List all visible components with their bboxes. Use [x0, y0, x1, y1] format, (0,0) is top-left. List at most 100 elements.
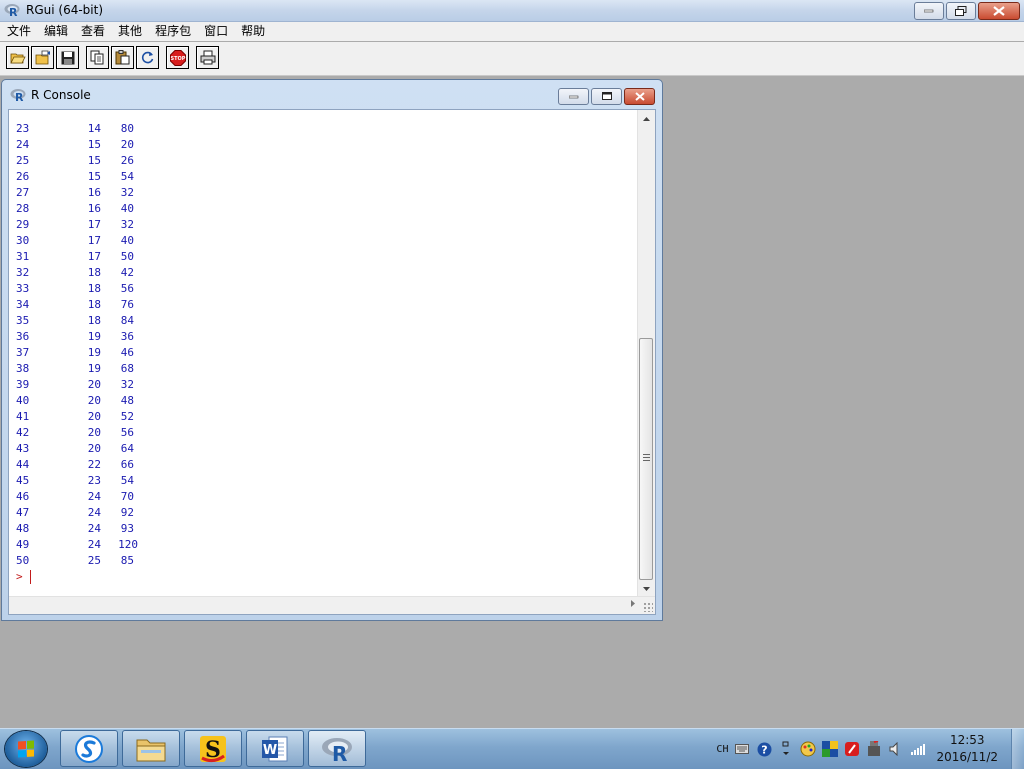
console-prompt-line[interactable]: >	[16, 569, 636, 585]
console-row: 42 20 56	[16, 425, 636, 441]
open-script-button[interactable]	[6, 46, 29, 69]
minimize-icon	[568, 95, 578, 98]
console-cell: 36	[16, 330, 30, 343]
menu-edit[interactable]: 编辑	[37, 22, 74, 41]
console-cell: 26	[16, 170, 30, 183]
menu-view[interactable]: 查看	[74, 22, 111, 41]
console-cell: 32	[120, 186, 134, 199]
scroll-down-button[interactable]	[638, 580, 655, 597]
console-row: 23 14 80	[16, 121, 636, 137]
rgui-task[interactable]: R	[308, 730, 366, 767]
console-row: 50 25 85	[16, 553, 636, 569]
r-logo-icon: R	[4, 3, 20, 19]
console-restore-button[interactable]	[591, 88, 622, 105]
console-cell: 15	[87, 138, 101, 151]
console-cell: 20	[87, 426, 101, 439]
start-button[interactable]	[5, 731, 47, 767]
console-row: 49 24 120	[16, 537, 636, 553]
copy-button[interactable]	[86, 46, 109, 69]
console-cell: 56	[120, 282, 134, 295]
restore-icon	[955, 6, 967, 16]
menu-misc[interactable]: 其他	[111, 22, 148, 41]
security-app-icon[interactable]	[844, 741, 860, 757]
help-icon[interactable]: ?	[756, 741, 772, 757]
minimize-button[interactable]	[914, 2, 944, 20]
console-cell: 14	[87, 122, 101, 135]
keyboard-icon[interactable]	[734, 741, 750, 757]
console-cell: 17	[87, 218, 101, 231]
sogou-browser-task[interactable]	[60, 730, 118, 767]
console-cell: 54	[120, 170, 134, 183]
menu-file[interactable]: 文件	[0, 22, 37, 41]
stop-icon: STOP	[169, 49, 186, 66]
menu-windows[interactable]: 窗口	[197, 22, 234, 41]
close-button[interactable]	[978, 2, 1020, 20]
file-explorer-task[interactable]	[122, 730, 180, 767]
console-row: 27 16 32	[16, 185, 636, 201]
horizontal-scrollbar[interactable]	[9, 596, 655, 614]
paste-button[interactable]	[111, 46, 134, 69]
sogou-s-icon: S	[200, 735, 226, 763]
console-titlebar[interactable]: R R Console	[2, 80, 662, 108]
clock[interactable]: 12:53 2016/11/2	[936, 732, 998, 766]
volume-icon[interactable]	[888, 741, 904, 757]
ime-options-icon[interactable]	[778, 741, 794, 757]
console-row: 33 18 56	[16, 281, 636, 297]
console-cell: 25	[16, 154, 30, 167]
language-indicator[interactable]: CH	[716, 744, 728, 755]
print-button[interactable]	[196, 46, 219, 69]
resize-grip[interactable]	[643, 602, 653, 612]
console-cell: 40	[16, 394, 30, 407]
console-cell: 70	[120, 490, 134, 503]
console-cell: 24	[87, 506, 101, 519]
copy-paste-button[interactable]	[136, 46, 159, 69]
menu-help[interactable]: 帮助	[234, 22, 271, 41]
arrow-right-icon	[631, 600, 635, 607]
console-cell: 18	[87, 266, 101, 279]
taskbar: S W R CH ? 12:53 2016/11/2	[0, 728, 1024, 769]
console-row: 37 19 46	[16, 345, 636, 361]
show-desktop-button[interactable]	[1011, 729, 1024, 769]
console-output-area[interactable]: 23 14 80 24 15 20 25 15 26 26 15 54 27 16 32 28 16 40 29 17…	[8, 109, 656, 615]
console-row: 44 22 66	[16, 457, 636, 473]
console-cell: 20	[120, 138, 134, 151]
console-cell: 27	[16, 186, 30, 199]
console-cell: 56	[120, 426, 134, 439]
scroll-up-button[interactable]	[638, 110, 655, 127]
load-workspace-button[interactable]	[31, 46, 54, 69]
console-minimize-button[interactable]	[558, 88, 589, 105]
console-row: 25 15 26	[16, 153, 636, 169]
vertical-scrollbar[interactable]	[637, 110, 655, 597]
console-cell: 23	[16, 122, 30, 135]
sogou-input-task[interactable]: S	[184, 730, 242, 767]
palette-icon[interactable]	[800, 741, 816, 757]
console-cell: 29	[16, 218, 30, 231]
word-task[interactable]: W	[246, 730, 304, 767]
menu-packages[interactable]: 程序包	[148, 22, 197, 41]
console-cell: 92	[120, 506, 134, 519]
app-titlebar: R RGui (64-bit)	[0, 0, 1024, 22]
console-row: 43 20 64	[16, 441, 636, 457]
console-cell: 36	[120, 330, 134, 343]
console-row: 48 24 93	[16, 521, 636, 537]
console-cell: 19	[87, 362, 101, 375]
console-row: 45 23 54	[16, 473, 636, 489]
console-cell: 66	[120, 458, 134, 471]
console-cell: 34	[16, 298, 30, 311]
scroll-right-button[interactable]	[631, 600, 635, 609]
console-close-button[interactable]	[624, 88, 655, 105]
console-title: R Console	[31, 88, 91, 102]
console-cell: 17	[87, 234, 101, 247]
usb-device-icon[interactable]	[866, 741, 882, 757]
save-workspace-button[interactable]	[56, 46, 79, 69]
scroll-thumb[interactable]	[639, 338, 653, 580]
grid-app-icon[interactable]	[822, 741, 839, 757]
stop-button[interactable]: STOP	[166, 46, 189, 69]
console-cell: 39	[16, 378, 30, 391]
restore-button[interactable]	[946, 2, 976, 20]
console-row: 47 24 92	[16, 505, 636, 521]
console-cell: 24	[87, 490, 101, 503]
network-signal-icon[interactable]	[910, 741, 926, 757]
console-row: 36 19 36	[16, 329, 636, 345]
console-cell: 20	[87, 442, 101, 455]
